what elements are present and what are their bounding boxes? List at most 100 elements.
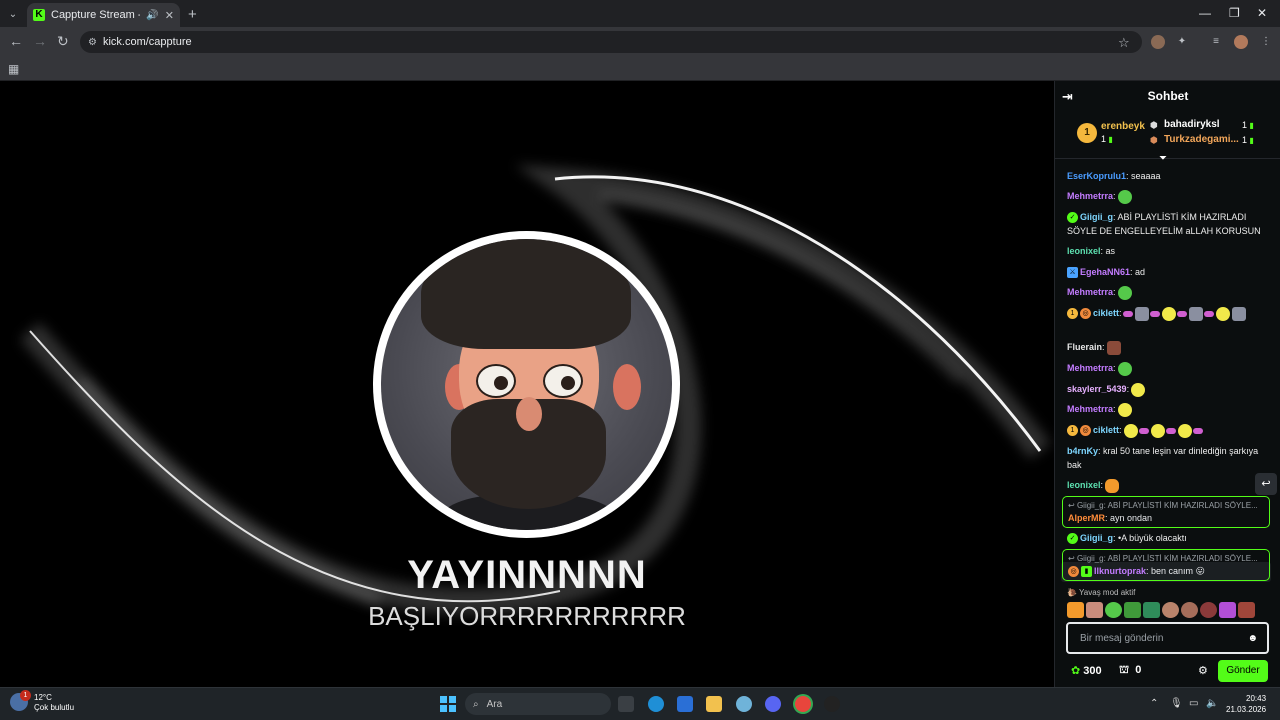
- puzzle-icon[interactable]: ✦: [1175, 35, 1189, 49]
- obs-icon[interactable]: [824, 696, 840, 712]
- chat-input[interactable]: Bir mesaj gönderin ☻: [1066, 622, 1269, 654]
- chat-message: Mehmetrra:: [1067, 402, 1273, 417]
- gift-leaderboard[interactable]: 1 erenbeyk 1 ▮ ⬢ bahadiryksl 1 ▮ ⬢ Turkz…: [1055, 111, 1280, 164]
- chat-message: Mehmetrra:: [1067, 189, 1273, 204]
- quick-emote-bar: [1067, 602, 1273, 620]
- emote-button[interactable]: [1238, 602, 1255, 618]
- emoji-picker-icon[interactable]: ☻: [1247, 633, 1258, 644]
- chat-message: leonixel: as: [1067, 246, 1116, 256]
- system-clock[interactable]: 20:43 21.03.2026: [1226, 693, 1266, 715]
- gift-badge-icon: ▮: [1081, 566, 1092, 578]
- reload-icon[interactable]: ↻: [57, 33, 69, 50]
- weather-desc: Çok bulutlu: [34, 703, 75, 712]
- streamer-avatar: [373, 231, 680, 538]
- store-app-icon[interactable]: [677, 696, 693, 712]
- pepe-emote-icon: [1117, 285, 1132, 300]
- emote-button[interactable]: [1124, 602, 1141, 618]
- emote-button[interactable]: [1162, 602, 1179, 618]
- emote-button[interactable]: [1086, 602, 1103, 618]
- chat-message: skaylerr_5439:: [1067, 382, 1273, 397]
- apps-grid-icon[interactable]: ▦: [8, 62, 19, 76]
- collapse-chat-icon[interactable]: ⇥: [1062, 89, 1073, 105]
- tab-close-icon[interactable]: ✕: [165, 9, 174, 22]
- forward-arrow-icon[interactable]: →: [33, 33, 47, 49]
- chat-footer: ✿ 300 ⛫ 0 ⚙ Gönder: [1055, 658, 1280, 686]
- task-view-icon[interactable]: [618, 696, 634, 712]
- sub-badge-icon: ◎: [1080, 308, 1091, 320]
- offline-title: YAYINNNNN: [407, 553, 647, 597]
- channel-points[interactable]: ✿ 300: [1071, 664, 1102, 677]
- speaker-icon[interactable]: 🔊: [146, 10, 158, 21]
- browser-tab[interactable]: K Cappture Stream - Watch Li 🔊 ✕: [27, 3, 180, 27]
- chrome-icon[interactable]: [795, 696, 811, 712]
- chat-message: ✓ Giigii_g: ABİ PLAYLİSTİ KİM HAZIRLADI S…: [1067, 212, 1261, 236]
- chat-message: b4rnKy: kral 50 tane leşin var dinlediği…: [1067, 446, 1259, 470]
- chat-messages: EserKoprulu1: seaaaa Mehmetrra: ✓ Giigii_…: [1055, 167, 1280, 582]
- emote-button[interactable]: [1105, 602, 1122, 618]
- send-button[interactable]: Gönder: [1218, 660, 1268, 682]
- emote-button[interactable]: [1181, 602, 1198, 618]
- points-icon: ✿: [1071, 665, 1081, 677]
- chat-header: ⇥ Sohbet: [1055, 81, 1280, 111]
- discord-icon[interactable]: [765, 696, 781, 712]
- network-icon[interactable]: ▭: [1189, 698, 1198, 709]
- weather-widget[interactable]: 1 12°C Çok bulutlu: [10, 690, 75, 713]
- emote-button[interactable]: [1143, 602, 1160, 618]
- stream-player[interactable]: YAYINNNNN BAŞLIYORRRRRRRRRRR: [0, 81, 1054, 687]
- emote-button[interactable]: [1200, 602, 1217, 618]
- settings-app-icon[interactable]: [736, 696, 752, 712]
- chat-settings-icon[interactable]: ⚙: [1198, 664, 1208, 677]
- chat-title: Sohbet: [1147, 89, 1189, 103]
- store-icon: ⛫: [1119, 664, 1130, 676]
- yellow-emote-icon: [1161, 306, 1176, 321]
- tab-strip: ⌄ K Cappture Stream - Watch Li 🔊 ✕ + — ❐…: [0, 0, 1280, 27]
- leader-first-count: 1 ▮: [1101, 134, 1113, 144]
- taskbar-search[interactable]: ⌕ Ara: [465, 693, 611, 715]
- tab-title: Cappture Stream - Watch Li: [51, 9, 140, 21]
- extension-icon[interactable]: [1151, 35, 1165, 49]
- media-control-icon[interactable]: ≡: [1209, 35, 1223, 49]
- bronze-badge-icon: ⬢: [1150, 135, 1158, 145]
- tab-search-button[interactable]: ⌄: [4, 5, 22, 23]
- address-bar[interactable]: ⚙ kick.com/cappture: [80, 31, 1142, 53]
- chat-message: Mehmetrra:: [1067, 285, 1273, 300]
- reply-reference: ↩ Giigii_g: ABİ PLAYLİSTİ KİM HAZIRLADI …: [1068, 501, 1258, 510]
- store-button[interactable]: ⛫ 0: [1119, 664, 1141, 678]
- volume-icon[interactable]: 🔈: [1206, 698, 1218, 709]
- edge-icon[interactable]: [648, 696, 664, 712]
- emote-button[interactable]: [1067, 602, 1084, 618]
- chat-message: Mehmetrra:: [1067, 361, 1273, 376]
- reply-icon[interactable]: ↩: [1255, 473, 1277, 495]
- kick-favicon-icon: K: [33, 9, 45, 21]
- gifter-badge-icon: 1: [1067, 308, 1078, 320]
- file-explorer-icon[interactable]: [706, 696, 722, 712]
- microphone-icon[interactable]: 🎙: [1170, 698, 1183, 709]
- slow-mode-notice: 🐌 Yavaş mod aktif: [1067, 588, 1136, 597]
- cloud-icon: 1: [10, 690, 31, 711]
- window-close-button[interactable]: ✕: [1257, 6, 1267, 20]
- minimize-button[interactable]: —: [1199, 6, 1211, 20]
- reply-message: ↩ Giigii_g: ABİ PLAYLİSTİ KİM HAZIRLADI …: [1062, 496, 1270, 528]
- back-arrow-icon[interactable]: ←: [9, 33, 23, 49]
- face-emote-icon: [1106, 340, 1121, 355]
- maximize-button[interactable]: ❐: [1229, 6, 1240, 20]
- chat-input-placeholder: Bir mesaj gönderin: [1080, 632, 1164, 644]
- dance-emote-icon: [1134, 306, 1149, 321]
- windows-start-icon[interactable]: [440, 696, 456, 712]
- notification-badge: 1: [20, 690, 31, 701]
- leader-first-name: erenbeyk: [1101, 121, 1145, 132]
- emote-button[interactable]: [1219, 602, 1236, 618]
- profile-avatar[interactable]: [1234, 35, 1248, 49]
- chat-message: EserKoprulu1: seaaaa: [1067, 171, 1161, 181]
- bookmark-star-icon[interactable]: ☆: [1118, 35, 1130, 51]
- chat-message: 1 ◎ ciklett:: [1067, 423, 1273, 438]
- expand-leaderboard-icon[interactable]: ⏷: [1159, 153, 1167, 164]
- new-tab-button[interactable]: +: [188, 6, 197, 23]
- reply-message: ↩ Giigii_g: ABİ PLAYLİSTİ KİM HAZIRLADI …: [1062, 549, 1270, 581]
- leader-third-count: 1 ▮: [1242, 135, 1254, 145]
- site-info-icon[interactable]: ⚙: [88, 37, 97, 48]
- gifter-badge-icon: 1: [1067, 425, 1078, 437]
- tray-chevron-icon[interactable]: ⌃: [1150, 698, 1158, 709]
- search-icon: ⌕: [473, 698, 479, 710]
- menu-kebab-icon[interactable]: ⋮: [1259, 35, 1273, 49]
